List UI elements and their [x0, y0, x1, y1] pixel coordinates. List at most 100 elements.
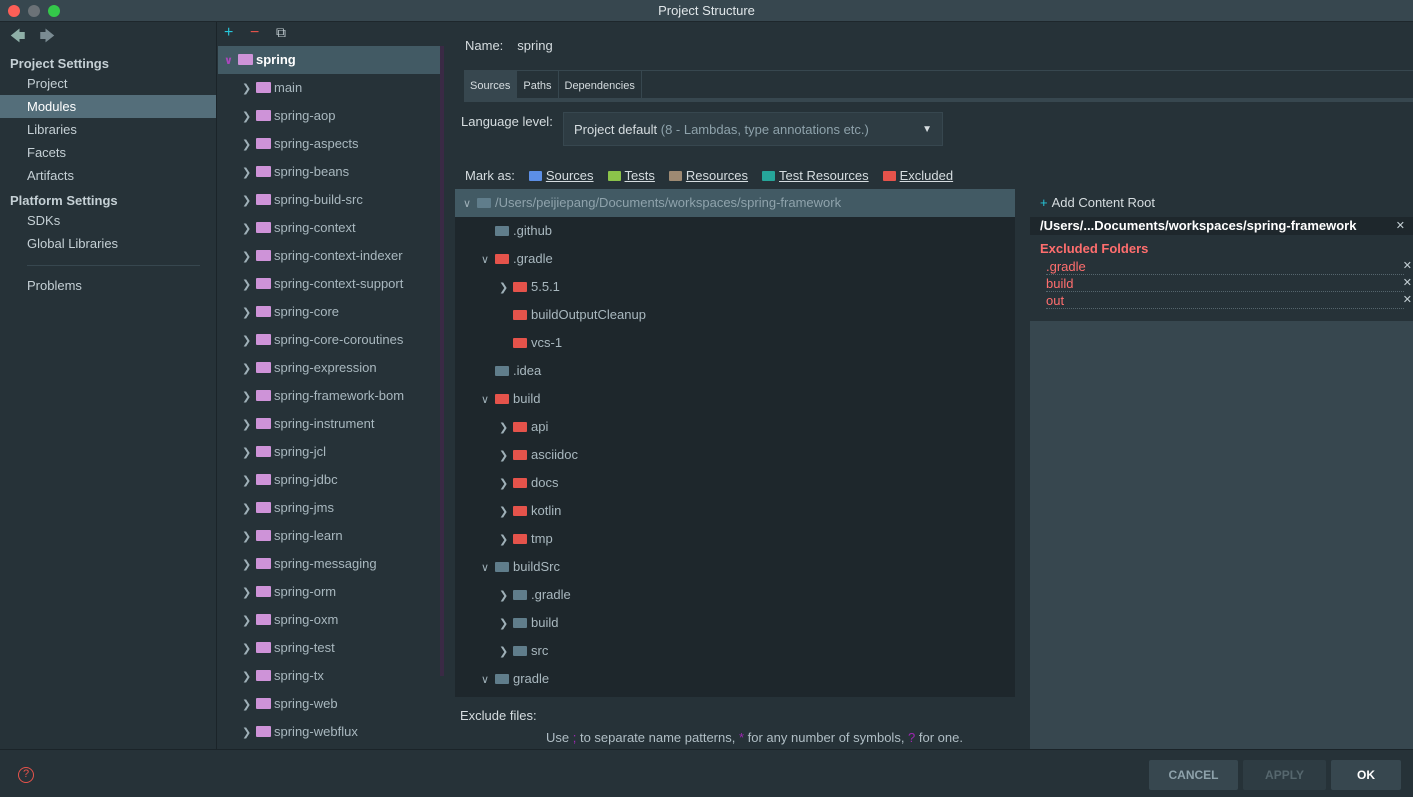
module-item[interactable]: ❯ spring-learn — [218, 522, 440, 550]
apply-button[interactable]: APPLY — [1243, 760, 1326, 790]
module-item[interactable]: ❯ spring-jms — [218, 494, 440, 522]
chevron-right-icon[interactable]: ❯ — [242, 271, 256, 299]
remove-excluded-icon[interactable]: ✕ — [1403, 275, 1412, 292]
chevron-right-icon[interactable]: ❯ — [242, 439, 256, 467]
chevron-right-icon[interactable]: ❯ — [242, 691, 256, 719]
module-item[interactable]: ❯ spring-orm — [218, 578, 440, 606]
tree-node[interactable]: buildOutputCleanup — [455, 301, 1015, 329]
forward-arrow-icon[interactable]: 🡆 — [40, 28, 56, 45]
tree-node[interactable]: ❯ docs — [455, 469, 1015, 497]
zoom-window-button[interactable] — [48, 5, 60, 17]
tree-node[interactable]: ∨ build — [455, 385, 1015, 413]
chevron-right-icon[interactable]: ❯ — [242, 215, 256, 243]
tree-node[interactable]: ❯ kotlin — [455, 497, 1015, 525]
mark-as-tests-button[interactable]: Tests — [607, 168, 655, 183]
module-item[interactable]: ❯ spring-instrument — [218, 410, 440, 438]
nav-item-artifacts[interactable]: Artifacts — [0, 164, 216, 187]
tree-node[interactable]: ❯ build — [455, 609, 1015, 637]
tree-node[interactable]: ∨ gradle — [455, 665, 1015, 693]
remove-module-icon[interactable]: − — [250, 24, 276, 42]
tree-node[interactable]: ❯ 5.5.1 — [455, 273, 1015, 301]
add-content-root-button[interactable]: + Add Content Root — [1030, 189, 1413, 217]
module-item[interactable]: ❯ spring-context — [218, 214, 440, 242]
chevron-right-icon[interactable]: ❯ — [242, 159, 256, 187]
name-field[interactable]: spring — [517, 38, 552, 53]
nav-item-project[interactable]: Project — [0, 72, 216, 95]
chevron-down-icon[interactable]: ∨ — [224, 47, 238, 75]
tab-sources[interactable]: Sources — [464, 71, 518, 102]
chevron-right-icon[interactable]: ❯ — [242, 299, 256, 327]
tree-node[interactable]: ❯ .gradle — [455, 581, 1015, 609]
nav-item-facets[interactable]: Facets — [0, 141, 216, 164]
chevron-right-icon[interactable]: ❯ — [242, 607, 256, 635]
chevron-right-icon[interactable]: ❯ — [499, 526, 513, 554]
help-icon[interactable]: ? — [18, 767, 34, 783]
nav-item-modules[interactable]: Modules — [0, 95, 216, 118]
module-item[interactable]: ❯ spring-web — [218, 690, 440, 718]
chevron-right-icon[interactable]: ❯ — [242, 243, 256, 271]
tree-node[interactable]: ❯ tmp — [455, 525, 1015, 553]
tree-node[interactable]: .github — [455, 217, 1015, 245]
mark-as-test-resources-button[interactable]: Test Resources — [762, 168, 869, 183]
remove-root-icon[interactable]: ✕ — [1396, 217, 1405, 235]
chevron-right-icon[interactable]: ❯ — [242, 187, 256, 215]
chevron-right-icon[interactable]: ❯ — [242, 579, 256, 607]
module-item[interactable]: ❯ spring-jcl — [218, 438, 440, 466]
chevron-down-icon[interactable]: ∨ — [481, 666, 495, 694]
remove-excluded-icon[interactable]: ✕ — [1403, 258, 1412, 275]
module-item[interactable]: ❯ spring-test — [218, 634, 440, 662]
chevron-right-icon[interactable]: ❯ — [242, 663, 256, 691]
module-root[interactable]: ∨ spring — [218, 46, 440, 74]
chevron-down-icon[interactable]: ∨ — [481, 246, 495, 274]
module-item[interactable]: ❯ spring-aspects — [218, 130, 440, 158]
tab-dependencies[interactable]: Dependencies — [559, 71, 642, 102]
module-item[interactable]: ❯ spring-oxm — [218, 606, 440, 634]
mark-as-resources-button[interactable]: Resources — [668, 168, 748, 183]
tree-node[interactable]: vcs-1 — [455, 329, 1015, 357]
chevron-right-icon[interactable]: ❯ — [242, 719, 256, 747]
chevron-right-icon[interactable]: ❯ — [242, 635, 256, 663]
chevron-down-icon[interactable]: ∨ — [481, 386, 495, 414]
module-item[interactable]: ❯ spring-expression — [218, 354, 440, 382]
module-item[interactable]: ❯ spring-context-indexer — [218, 242, 440, 270]
chevron-down-icon[interactable]: ∨ — [463, 190, 477, 218]
chevron-right-icon[interactable]: ❯ — [242, 551, 256, 579]
chevron-right-icon[interactable]: ❯ — [242, 355, 256, 383]
chevron-right-icon[interactable]: ❯ — [499, 470, 513, 498]
nav-item-problems[interactable]: Problems — [0, 274, 216, 297]
tab-paths[interactable]: Paths — [517, 71, 559, 102]
module-item[interactable]: ❯ spring-beans — [218, 158, 440, 186]
chevron-right-icon[interactable]: ❯ — [499, 274, 513, 302]
chevron-down-icon[interactable]: ∨ — [481, 554, 495, 582]
tree-node[interactable]: ❯ src — [455, 637, 1015, 665]
module-item[interactable]: ❯ spring-core-coroutines — [218, 326, 440, 354]
module-item[interactable]: ❯ spring-jdbc — [218, 466, 440, 494]
chevron-right-icon[interactable]: ❯ — [499, 442, 513, 470]
module-item[interactable]: ❯ main — [218, 74, 440, 102]
module-item[interactable]: ❯ spring-framework-bom — [218, 382, 440, 410]
cancel-button[interactable]: CANCEL — [1149, 760, 1238, 790]
chevron-right-icon[interactable]: ❯ — [242, 411, 256, 439]
nav-item-sdks[interactable]: SDKs — [0, 209, 216, 232]
module-item[interactable]: ❯ spring-webflux — [218, 718, 440, 746]
tree-node[interactable]: ∨ /Users/peijiepang/Documents/workspaces/… — [455, 189, 1015, 217]
chevron-right-icon[interactable]: ❯ — [499, 414, 513, 442]
chevron-right-icon[interactable]: ❯ — [499, 638, 513, 666]
tree-node[interactable]: ∨ .gradle — [455, 245, 1015, 273]
minimize-window-button[interactable] — [28, 5, 40, 17]
chevron-right-icon[interactable]: ❯ — [242, 495, 256, 523]
nav-item-global-libraries[interactable]: Global Libraries — [0, 232, 216, 255]
copy-module-icon[interactable]: ⧉ — [276, 24, 302, 41]
chevron-right-icon[interactable]: ❯ — [499, 610, 513, 638]
back-arrow-icon[interactable]: 🡄 — [10, 28, 26, 45]
module-item[interactable]: ❯ spring-messaging — [218, 550, 440, 578]
chevron-right-icon[interactable]: ❯ — [242, 383, 256, 411]
module-item[interactable]: ❯ spring-aop — [218, 102, 440, 130]
tree-node[interactable]: ❯ api — [455, 413, 1015, 441]
nav-item-libraries[interactable]: Libraries — [0, 118, 216, 141]
chevron-right-icon[interactable]: ❯ — [242, 103, 256, 131]
chevron-right-icon[interactable]: ❯ — [242, 131, 256, 159]
module-item[interactable]: ❯ spring-build-src — [218, 186, 440, 214]
module-item[interactable]: ❯ spring-core — [218, 298, 440, 326]
tree-node[interactable]: ∨ buildSrc — [455, 553, 1015, 581]
